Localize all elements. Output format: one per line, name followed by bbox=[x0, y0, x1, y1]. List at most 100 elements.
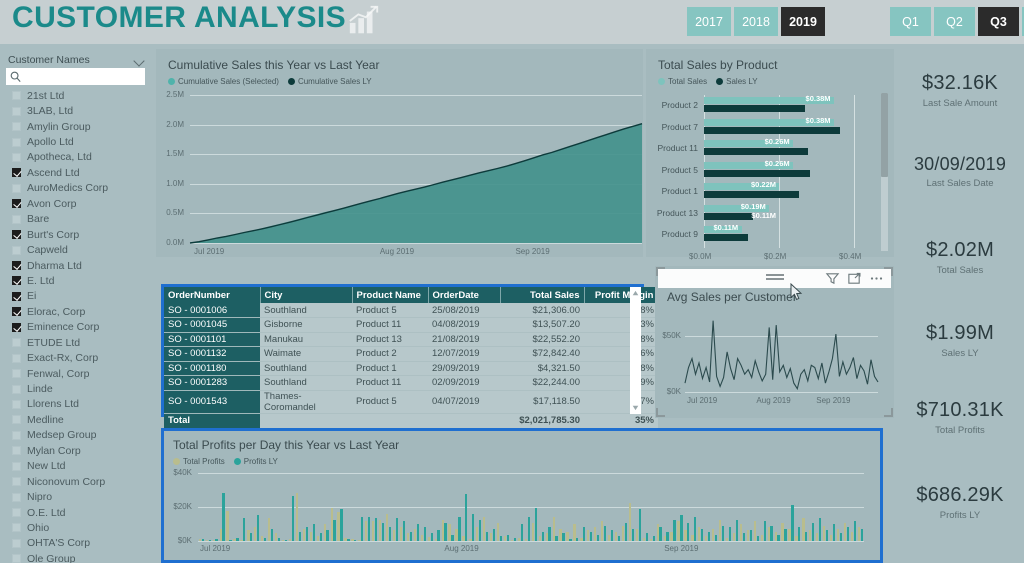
table-column-header[interactable]: OrderDate bbox=[428, 287, 501, 303]
bar-profits-ly[interactable] bbox=[222, 492, 225, 541]
bar-profits-ly[interactable] bbox=[708, 531, 711, 541]
table-column-header[interactable]: Product Name bbox=[352, 287, 429, 303]
customer-checkbox[interactable] bbox=[12, 508, 21, 518]
bar-profits-ly[interactable] bbox=[264, 537, 267, 541]
bar-profits-ly[interactable] bbox=[597, 534, 600, 541]
customer-list-item[interactable]: Fenwal, Corp bbox=[6, 366, 151, 381]
bar-profits-ly[interactable] bbox=[520, 524, 523, 541]
bar-sales-ly[interactable] bbox=[704, 126, 841, 134]
customer-checkbox[interactable] bbox=[12, 554, 21, 563]
customer-checkbox[interactable] bbox=[12, 91, 21, 101]
customer-checkbox[interactable] bbox=[12, 106, 21, 116]
table-row[interactable]: SO - 0001543 Thames-Coromandel Product 5 04… bbox=[164, 390, 658, 414]
chevron-down-icon[interactable] bbox=[135, 56, 144, 65]
customer-list-item[interactable]: Nipro bbox=[6, 489, 151, 504]
year-filter-group[interactable]: 2017 2018 2019 bbox=[687, 7, 825, 36]
bar-profits-ly[interactable] bbox=[354, 540, 357, 541]
bar-profits-ly[interactable] bbox=[444, 522, 447, 541]
bar-profits-ly[interactable] bbox=[832, 524, 836, 541]
bar-profits-ly[interactable] bbox=[624, 522, 628, 541]
customer-list-item[interactable]: Medline bbox=[6, 412, 151, 427]
customer-list-item[interactable]: Ascend Ltd bbox=[6, 165, 151, 180]
bar-profits-ly[interactable] bbox=[742, 533, 745, 541]
bar-profits-ly[interactable] bbox=[603, 525, 607, 541]
customer-checkbox[interactable] bbox=[12, 183, 21, 193]
bar-profits-ly[interactable] bbox=[326, 530, 329, 541]
bar-profits-ly[interactable] bbox=[652, 536, 655, 541]
resize-corner-tr[interactable] bbox=[884, 267, 893, 276]
customer-list-item[interactable]: Llorens Ltd bbox=[6, 397, 151, 412]
bar-profits-ly[interactable] bbox=[257, 515, 260, 541]
bar-profits-ly[interactable] bbox=[333, 519, 336, 541]
bar-profits-ly[interactable] bbox=[846, 527, 850, 541]
bar-sales-ly[interactable] bbox=[704, 191, 800, 198]
bar-profits-ly[interactable] bbox=[791, 504, 794, 541]
customer-list-item[interactable]: AuroMedics Corp bbox=[6, 181, 151, 196]
slicer-search-box[interactable] bbox=[6, 68, 155, 85]
resize-corner-bl[interactable] bbox=[656, 408, 665, 417]
customer-list-item[interactable]: Apotheca, Ltd bbox=[6, 150, 151, 165]
customer-checkbox[interactable] bbox=[12, 538, 21, 548]
bar-profits-ly[interactable] bbox=[284, 539, 288, 541]
customer-checkbox[interactable] bbox=[12, 261, 21, 271]
customer-list-item[interactable]: Avon Corp bbox=[6, 196, 151, 211]
customer-list-item[interactable]: Exact-Rx, Corp bbox=[6, 350, 151, 365]
customer-checkbox[interactable] bbox=[12, 122, 21, 132]
bar-profits-ly[interactable] bbox=[770, 525, 773, 541]
bar-profits-ly[interactable] bbox=[423, 527, 426, 541]
bar-profits-ly[interactable] bbox=[305, 527, 308, 541]
customer-checkbox[interactable] bbox=[12, 230, 21, 240]
bar-profits-ly[interactable] bbox=[437, 530, 440, 541]
table-column-header[interactable]: Profit Margin bbox=[584, 287, 659, 303]
customer-list[interactable]: 21st Ltd 3LAB, Ltd Amylin Group Apollo Ltd A… bbox=[6, 88, 151, 563]
bar-profits-ly[interactable] bbox=[735, 519, 739, 541]
customer-list-item[interactable]: Niconovum Corp bbox=[6, 474, 151, 489]
bar-profits-ly[interactable] bbox=[569, 538, 572, 541]
bar-profits-ly[interactable] bbox=[236, 538, 239, 541]
bar-profits-ly[interactable] bbox=[777, 534, 780, 541]
table-row[interactable]: SO - 0001045 Gisborne Product 11 04/08/2019… bbox=[164, 317, 658, 333]
customer-checkbox[interactable] bbox=[12, 322, 21, 332]
bar-profits-ly[interactable] bbox=[451, 534, 454, 541]
bar-profits-ly[interactable] bbox=[812, 522, 815, 541]
customer-checkbox[interactable] bbox=[12, 399, 21, 409]
bar-profits-ly[interactable] bbox=[458, 516, 461, 541]
orders-table-panel[interactable]: OrderNumber City Product Name OrderDate Tota… bbox=[161, 284, 659, 428]
bar-profits-ly[interactable] bbox=[250, 532, 253, 541]
customer-checkbox[interactable] bbox=[12, 307, 21, 317]
bar-profits-ly[interactable] bbox=[472, 513, 475, 541]
bar-profits-ly[interactable] bbox=[798, 527, 801, 541]
bar-profits-ly[interactable] bbox=[381, 522, 385, 541]
bar-profits-ly[interactable] bbox=[479, 519, 482, 541]
table-row[interactable]: SO - 0001006 Southland Product 5 25/08/2019… bbox=[164, 303, 658, 318]
customer-list-item[interactable]: New Ltd bbox=[6, 459, 151, 474]
year-button-2018[interactable]: 2018 bbox=[734, 7, 778, 36]
bar-profits-ly[interactable] bbox=[583, 527, 586, 541]
bar-profits-ly[interactable] bbox=[534, 507, 537, 541]
customer-list-item[interactable]: Ole Group bbox=[6, 551, 151, 563]
quarter-button-q2[interactable]: Q2 bbox=[934, 7, 975, 36]
bar-profits-ly[interactable] bbox=[555, 536, 558, 541]
bar-profits-ly[interactable] bbox=[402, 521, 406, 541]
table-scrollbar[interactable] bbox=[630, 287, 641, 414]
customer-checkbox[interactable] bbox=[12, 199, 21, 209]
bar-profits-ly[interactable] bbox=[784, 528, 787, 541]
customer-list-item[interactable]: Medsep Group bbox=[6, 428, 151, 443]
quarter-filter-group[interactable]: Q1Q2Q3Q4 bbox=[890, 7, 1024, 36]
customer-checkbox[interactable] bbox=[12, 477, 21, 487]
customer-checkbox[interactable] bbox=[12, 523, 21, 533]
year-button-2019[interactable]: 2019 bbox=[781, 7, 825, 36]
bar-sales-ly[interactable] bbox=[704, 169, 810, 177]
bar-profits-ly[interactable] bbox=[687, 522, 690, 541]
bar-profits-ly[interactable] bbox=[659, 527, 662, 541]
table-row[interactable]: SO - 0001101 Manukau Product 13 21/08/2019 $… bbox=[164, 332, 658, 347]
customer-list-item[interactable]: 21st Ltd bbox=[6, 88, 151, 103]
customer-list-item[interactable]: Linde bbox=[6, 381, 151, 396]
bar-profits-ly[interactable] bbox=[486, 531, 489, 541]
customer-checkbox[interactable] bbox=[12, 291, 21, 301]
bar-profits-ly[interactable] bbox=[243, 518, 246, 541]
product-scrollbar-track[interactable] bbox=[881, 93, 888, 251]
bar-profits-ly[interactable] bbox=[617, 536, 621, 541]
bar-profits-ly[interactable] bbox=[506, 534, 510, 541]
bar-profits-ly[interactable] bbox=[638, 509, 641, 541]
